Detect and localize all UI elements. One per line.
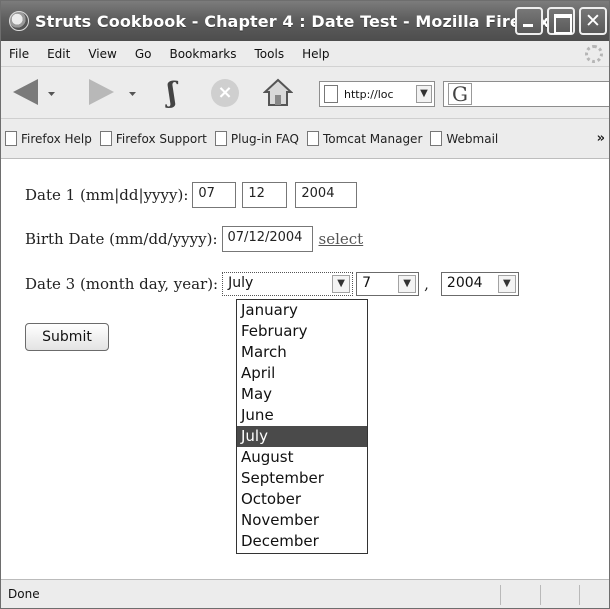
date1-row: Date 1 (mm|dd|yyyy): 07 12 2004 <box>25 182 358 208</box>
forward-button[interactable] <box>89 79 114 105</box>
bookmark-firefox-help[interactable]: Firefox Help <box>5 131 92 146</box>
title-bar[interactable]: Struts Cookbook - Chapter 4 : Date Test … <box>1 1 609 41</box>
date3-row: Date 3 (month day, year): July ▼ 7 ▼ , 2… <box>25 272 519 296</box>
day-select[interactable]: 7 ▼ <box>356 272 420 296</box>
bookmark-label: Tomcat Manager <box>322 131 423 146</box>
bookmarks-overflow-chevron-icon[interactable]: » <box>597 131 605 146</box>
year-select[interactable]: 2004 ▼ <box>440 272 519 296</box>
month-option-october[interactable]: October <box>237 489 367 510</box>
bookmark-label: Firefox Help <box>21 131 92 146</box>
month-select[interactable]: July ▼ <box>222 272 354 296</box>
bookmark-page-icon <box>99 131 112 146</box>
month-option-may[interactable]: May <box>237 384 367 405</box>
navigation-toolbar: ʃ × http://loc ▼ G <box>1 67 609 119</box>
url-history-dropdown[interactable]: ▼ <box>416 85 432 103</box>
menu-tools[interactable]: Tools <box>255 47 285 61</box>
year-select-arrow-icon[interactable]: ▼ <box>497 275 516 293</box>
close-button[interactable]: ✕ <box>579 7 607 35</box>
status-divider <box>500 585 501 605</box>
date-comma: , <box>424 275 429 293</box>
bookmarks-toolbar: Firefox Help Firefox Support Plug-in FAQ… <box>1 119 609 159</box>
back-history-dropdown[interactable] <box>48 92 55 96</box>
page-content: Date 1 (mm|dd|yyyy): 07 12 2004 Birth Da… <box>1 159 609 579</box>
bookmark-page-icon <box>306 131 319 146</box>
status-text: Done <box>8 587 40 601</box>
month-option-april[interactable]: April <box>237 363 367 384</box>
birth-date-label: Birth Date (mm/dd/yyyy): <box>25 230 218 248</box>
month-option-september[interactable]: September <box>237 468 367 489</box>
month-option-january[interactable]: January <box>237 300 367 321</box>
menu-help[interactable]: Help <box>302 47 329 61</box>
bookmark-label: Plug-in FAQ <box>230 131 299 146</box>
menu-view[interactable]: View <box>88 47 116 61</box>
month-option-june[interactable]: June <box>237 405 367 426</box>
birth-date-input[interactable]: 07/12/2004 <box>221 226 313 252</box>
status-divider <box>540 585 541 605</box>
menu-file[interactable]: File <box>9 47 29 61</box>
year-select-value: 2004 <box>446 275 483 291</box>
menu-go[interactable]: Go <box>135 47 152 61</box>
activity-throbber-icon <box>585 45 603 63</box>
bookmark-plugin-faq[interactable]: Plug-in FAQ <box>214 131 299 146</box>
menu-bar: File Edit View Go Bookmarks Tools Help <box>1 41 609 67</box>
status-bar: Done <box>1 579 609 608</box>
window-title: Struts Cookbook - Chapter 4 : Date Test … <box>35 11 550 31</box>
forward-history-dropdown[interactable] <box>129 92 136 96</box>
url-text: http://loc <box>344 87 394 101</box>
month-option-february[interactable]: February <box>237 321 367 342</box>
bookmark-firefox-support[interactable]: Firefox Support <box>99 131 207 146</box>
page-icon <box>324 85 338 103</box>
birth-date-row: Birth Date (mm/dd/yyyy): 07/12/2004 sele… <box>25 226 363 252</box>
url-input[interactable]: http://loc ▼ <box>319 81 435 107</box>
select-date-link[interactable]: select <box>319 230 364 248</box>
bookmark-tomcat-manager[interactable]: Tomcat Manager <box>306 131 423 146</box>
minimize-button[interactable] <box>515 7 543 35</box>
stop-button[interactable]: × <box>211 79 239 107</box>
bookmark-label: Firefox Support <box>115 131 207 146</box>
date1-year-input[interactable]: 2004 <box>295 182 358 208</box>
date1-label: Date 1 (mm|dd|yyyy): <box>25 186 189 204</box>
bookmark-page-icon <box>430 131 443 146</box>
status-divider <box>579 585 580 605</box>
date1-month-input[interactable]: 07 <box>192 182 237 208</box>
bookmark-page-icon <box>5 131 17 146</box>
month-select-value: July <box>228 275 254 291</box>
firefox-window: Struts Cookbook - Chapter 4 : Date Test … <box>0 0 610 609</box>
search-input[interactable]: G <box>443 81 609 107</box>
bookmark-label: Webmail <box>446 131 499 146</box>
home-icon[interactable] <box>263 77 293 107</box>
maximize-button[interactable] <box>547 7 575 35</box>
month-option-december[interactable]: December <box>237 531 367 552</box>
day-select-arrow-icon[interactable]: ▼ <box>398 275 417 293</box>
submit-button[interactable]: Submit <box>25 323 109 351</box>
month-option-march[interactable]: March <box>237 342 367 363</box>
month-option-august[interactable]: August <box>237 447 367 468</box>
date1-day-input[interactable]: 12 <box>242 182 288 208</box>
back-button[interactable] <box>13 79 38 105</box>
bookmark-page-icon <box>214 131 227 146</box>
month-dropdown-list: January February March April May June Ju… <box>236 299 368 554</box>
month-option-november[interactable]: November <box>237 510 367 531</box>
date3-label: Date 3 (month day, year): <box>25 275 219 293</box>
window-controls: ✕ <box>515 7 607 35</box>
month-option-july[interactable]: July <box>237 426 367 447</box>
menu-edit[interactable]: Edit <box>47 47 70 61</box>
reload-button[interactable]: ʃ <box>157 78 187 108</box>
bookmark-webmail[interactable]: Webmail <box>430 131 498 146</box>
google-search-icon[interactable]: G <box>448 83 472 105</box>
firefox-icon <box>9 11 29 31</box>
day-select-value: 7 <box>362 275 372 291</box>
menu-bookmarks[interactable]: Bookmarks <box>169 47 236 61</box>
month-select-arrow-icon[interactable]: ▼ <box>332 275 351 293</box>
